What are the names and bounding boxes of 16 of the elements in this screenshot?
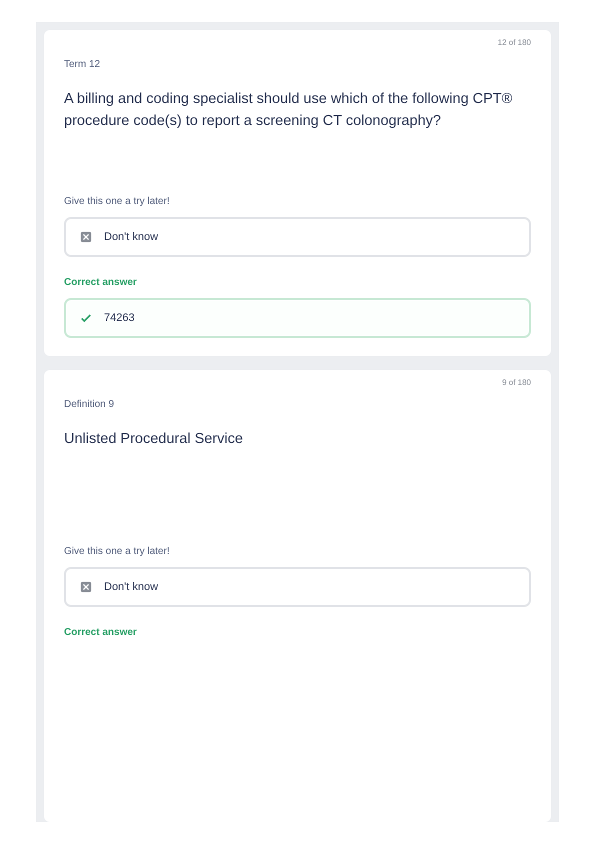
answer-text: Don't know bbox=[104, 581, 158, 593]
card-counter: 12 of 180 bbox=[498, 38, 531, 47]
skip-icon bbox=[80, 581, 92, 593]
card-prompt: A billing and coding specialist should use which of the following CPT® procedure code(s) to report a screening CT colonography? bbox=[64, 90, 514, 131]
answer-text: Don't know bbox=[104, 231, 158, 243]
side-label: Definition 9 bbox=[64, 399, 116, 410]
card-counter: 9 of 180 bbox=[502, 378, 531, 387]
answer-text: 74263 bbox=[104, 312, 135, 324]
question-label: Give this one a try later! bbox=[64, 546, 171, 557]
check-icon bbox=[80, 312, 92, 324]
skip-icon bbox=[80, 231, 92, 243]
card-prompt: Unlisted Procedural Service bbox=[64, 430, 244, 449]
correct-answer-label: Correct answer bbox=[64, 627, 138, 638]
question-label: Give this one a try later! bbox=[64, 196, 171, 207]
correct-answer-label: Correct answer bbox=[64, 277, 138, 288]
side-label: Term 12 bbox=[64, 59, 102, 70]
